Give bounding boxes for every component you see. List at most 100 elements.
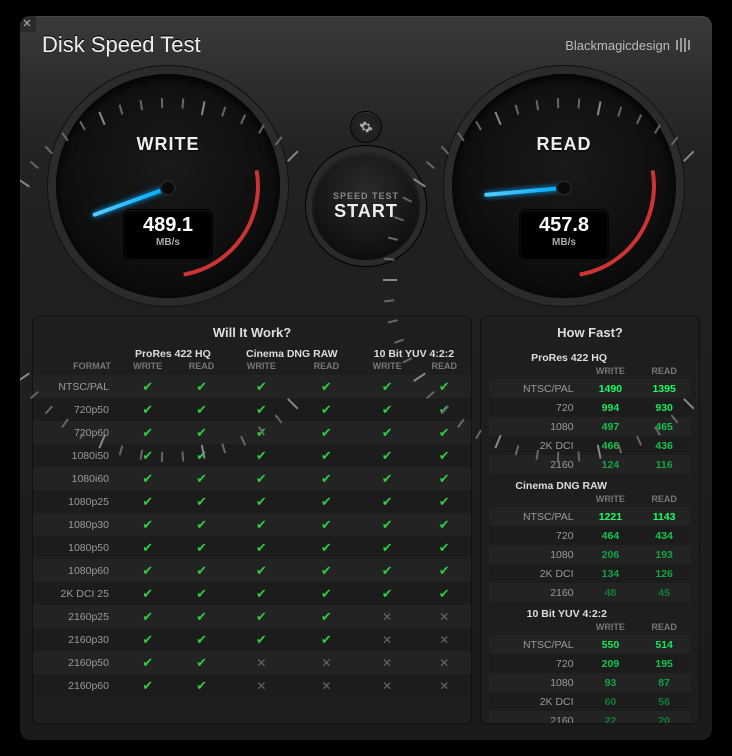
- speed-table: WRITEREADNTSC/PAL 1490 1395720 994 93010…: [489, 366, 691, 474]
- check-icon: ✔: [439, 494, 450, 509]
- check-icon: ✔: [256, 471, 267, 486]
- table-row: 1080p60✔✔✔✔✔✔: [33, 559, 471, 582]
- check-icon: ✔: [439, 586, 450, 601]
- check-icon: ✔: [439, 471, 450, 486]
- check-icon: ✔: [439, 379, 450, 394]
- check-icon: ✔: [196, 655, 207, 670]
- format-label: 2K DCI 25: [33, 582, 119, 605]
- format-label: 720: [489, 526, 584, 545]
- table-row: 720p60✔✔✔✔✔✔: [33, 421, 471, 444]
- check-icon: ✔: [256, 609, 267, 624]
- check-icon: ✔: [439, 517, 450, 532]
- section-title: 10 Bit YUV 4:2:2: [489, 602, 691, 622]
- write-fps: 22: [584, 711, 638, 724]
- read-fps: 193: [637, 545, 691, 564]
- table-row: 2160 124 116: [489, 455, 691, 474]
- check-icon: ✔: [321, 517, 332, 532]
- speed-section: 10 Bit YUV 4:2:2WRITEREADNTSC/PAL 550 51…: [481, 602, 699, 724]
- write-fps: 497: [584, 417, 638, 436]
- speed-table: WRITEREADNTSC/PAL 1221 1143720 464 43410…: [489, 494, 691, 602]
- read-value: 457.8: [520, 210, 608, 237]
- check-icon: ✔: [142, 471, 153, 486]
- table-row: 720p50✔✔✔✔✔✔: [33, 398, 471, 421]
- how-fast-panel: How Fast? ProRes 422 HQWRITEREADNTSC/PAL…: [480, 316, 700, 724]
- check-icon: ✔: [256, 540, 267, 555]
- group-header: 10 Bit YUV 4:2:2: [357, 346, 471, 361]
- table-row: 1080i60✔✔✔✔✔✔: [33, 467, 471, 490]
- check-icon: ✔: [196, 402, 207, 417]
- write-fps: 550: [584, 635, 638, 654]
- table-row: NTSC/PAL 550 514: [489, 635, 691, 654]
- check-icon: ✔: [321, 379, 332, 394]
- read-fps: 930: [637, 398, 691, 417]
- format-label: 2K DCI: [489, 564, 584, 583]
- write-fps: 206: [584, 545, 638, 564]
- check-icon: ✔: [142, 425, 153, 440]
- format-label: 1080i50: [33, 444, 119, 467]
- format-label: 2160: [489, 711, 584, 724]
- write-fps: 134: [584, 564, 638, 583]
- check-icon: ✔: [196, 471, 207, 486]
- read-fps: 87: [637, 673, 691, 692]
- check-icon: ✔: [196, 632, 207, 647]
- check-icon: ✔: [142, 632, 153, 647]
- check-icon: ✔: [196, 609, 207, 624]
- check-icon: ✔: [439, 448, 450, 463]
- check-icon: ✔: [382, 586, 393, 601]
- check-icon: ✔: [196, 494, 207, 509]
- check-icon: ✔: [382, 494, 393, 509]
- left-panel-title: Will It Work?: [33, 317, 471, 346]
- gear-icon: [359, 120, 373, 134]
- start-button[interactable]: SPEED TEST START: [312, 152, 420, 260]
- group-header: ProRes 422 HQ: [119, 346, 227, 361]
- format-label: 1080p30: [33, 513, 119, 536]
- check-icon: ✔: [196, 586, 207, 601]
- header: Disk Speed Test Blackmagicdesign: [20, 16, 712, 68]
- write-fps: 464: [584, 526, 638, 545]
- write-fps: 994: [584, 398, 638, 417]
- check-icon: ✔: [142, 517, 153, 532]
- compat-table: ProRes 422 HQ Cinema DNG RAW 10 Bit YUV …: [33, 346, 471, 697]
- check-icon: ✔: [142, 655, 153, 670]
- brand-icon: [676, 38, 690, 52]
- settings-button[interactable]: [351, 112, 381, 142]
- speed-section: Cinema DNG RAWWRITEREADNTSC/PAL 1221 114…: [481, 474, 699, 602]
- check-icon: ✔: [256, 494, 267, 509]
- format-label: 1080p25: [33, 490, 119, 513]
- check-icon: ✔: [196, 379, 207, 394]
- check-icon: ✔: [196, 678, 207, 693]
- read-fps: 56: [637, 692, 691, 711]
- read-unit: MB/s: [520, 237, 608, 248]
- format-label: NTSC/PAL: [489, 379, 584, 398]
- close-button[interactable]: [20, 16, 36, 32]
- read-fps: 434: [637, 526, 691, 545]
- cross-icon: ✕: [439, 610, 449, 624]
- check-icon: ✔: [142, 563, 153, 578]
- table-row: 1080p50✔✔✔✔✔✔: [33, 536, 471, 559]
- format-label: 2160p30: [33, 628, 119, 651]
- write-readout: 489.1 MB/s: [124, 210, 212, 258]
- cross-icon: ✕: [382, 633, 392, 647]
- check-icon: ✔: [382, 563, 393, 578]
- write-fps: 209: [584, 654, 638, 673]
- start-subtitle: SPEED TEST: [333, 191, 399, 201]
- check-icon: ✔: [439, 425, 450, 440]
- check-icon: ✔: [382, 448, 393, 463]
- check-icon: ✔: [142, 379, 153, 394]
- check-icon: ✔: [382, 402, 393, 417]
- format-label: 1080p60: [33, 559, 119, 582]
- section-title: Cinema DNG RAW: [489, 474, 691, 494]
- check-icon: ✔: [256, 379, 267, 394]
- format-label: 2160: [489, 583, 584, 602]
- check-icon: ✔: [382, 540, 393, 555]
- read-fps: 195: [637, 654, 691, 673]
- check-icon: ✔: [321, 632, 332, 647]
- check-icon: ✔: [196, 517, 207, 532]
- read-fps: 20: [637, 711, 691, 724]
- read-fps: 116: [637, 455, 691, 474]
- table-row: 2160p60✔✔✕✕✕✕: [33, 674, 471, 697]
- will-it-work-panel: Will It Work? ProRes 422 HQ Cinema DNG R…: [32, 316, 472, 724]
- format-label: NTSC/PAL: [489, 507, 584, 526]
- format-label: 1080i60: [33, 467, 119, 490]
- check-icon: ✔: [321, 494, 332, 509]
